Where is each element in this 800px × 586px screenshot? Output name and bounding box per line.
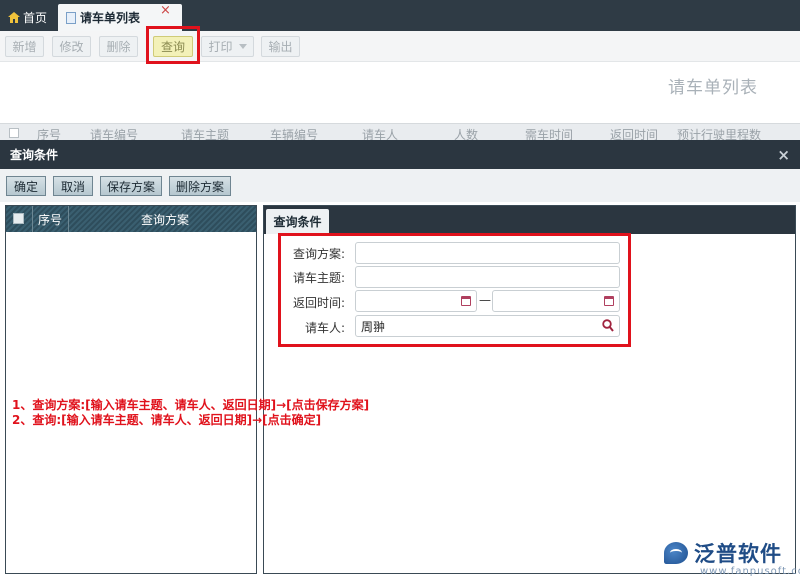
column-subject: 请车主题	[181, 128, 230, 140]
logo-icon	[664, 542, 688, 564]
query-highlight-box	[146, 26, 200, 64]
logo-url: www.fanpusoft.com	[700, 566, 800, 577]
new-button[interactable]: 新增	[5, 36, 44, 57]
export-button[interactable]: 输出	[261, 36, 300, 57]
delete-button[interactable]: 删除	[99, 36, 138, 57]
scheme-list-header: 序号 查询方案	[6, 206, 256, 232]
print-button[interactable]: 打印	[201, 36, 254, 57]
condition-tab-bar: 查询条件	[264, 206, 795, 234]
column-count: 人数	[454, 128, 479, 140]
column-request-no: 请车编号	[90, 128, 139, 140]
dialog-title-bar: 查询条件 ×	[0, 140, 800, 169]
delete-scheme-button[interactable]: 删除方案	[169, 176, 231, 196]
query-dialog: 查询条件 × 确定 取消 保存方案 删除方案 序号 查询方案 查询条件	[0, 140, 800, 586]
column-need-time: 需车时间	[525, 128, 574, 140]
cancel-button[interactable]: 取消	[53, 176, 93, 196]
tab-home[interactable]: 首页	[4, 4, 54, 31]
column-return-time: 返回时间	[610, 128, 659, 140]
document-icon	[66, 11, 76, 24]
logo-text: 泛普软件	[694, 542, 782, 566]
header-divider	[68, 206, 69, 232]
select-all-checkbox[interactable]	[9, 128, 19, 138]
scheme-column-seq: 序号	[38, 212, 63, 227]
save-scheme-button[interactable]: 保存方案	[100, 176, 162, 196]
column-seq: 序号	[37, 128, 62, 140]
confirm-button[interactable]: 确定	[6, 176, 46, 196]
chevron-down-icon	[238, 44, 247, 49]
column-requester: 请车人	[362, 128, 399, 140]
tab-query-condition[interactable]: 查询条件	[266, 209, 329, 234]
tab-close-icon[interactable]: ×	[160, 3, 171, 18]
home-icon	[8, 12, 20, 23]
header-divider	[32, 206, 33, 232]
page-title: 请车单列表	[668, 78, 758, 98]
scheme-column-name: 查询方案	[141, 212, 190, 227]
dialog-title: 查询条件	[10, 148, 59, 162]
scheme-select-all-checkbox[interactable]	[13, 213, 24, 224]
print-button-label: 打印	[208, 40, 233, 54]
scheme-list-panel: 序号 查询方案	[5, 205, 257, 574]
tab-home-label: 首页	[23, 11, 48, 25]
top-tab-bar: 首页 请车单列表 ×	[0, 0, 800, 31]
column-vehicle-no: 车辆编号	[270, 128, 319, 140]
grid-header: 序号 请车编号 请车主题 车辆编号 请车人 人数 需车时间 返回时间 预计行驶里…	[0, 123, 800, 140]
column-mileage: 预计行驶里程数	[677, 128, 762, 140]
brand-logo: 泛普软件	[664, 538, 782, 568]
form-highlight-box	[278, 233, 631, 347]
dialog-button-bar: 确定 取消 保存方案 删除方案	[0, 169, 800, 202]
tab-request-list-label: 请车单列表	[80, 11, 141, 25]
edit-button[interactable]: 修改	[52, 36, 91, 57]
close-icon[interactable]: ×	[777, 146, 790, 164]
instruction-note-2: 2、查询:[输入请车主题、请车人、返回日期]→[点击确定]	[12, 413, 322, 427]
toolbar: 新增 修改 删除 查询 打印 输出	[0, 31, 800, 62]
